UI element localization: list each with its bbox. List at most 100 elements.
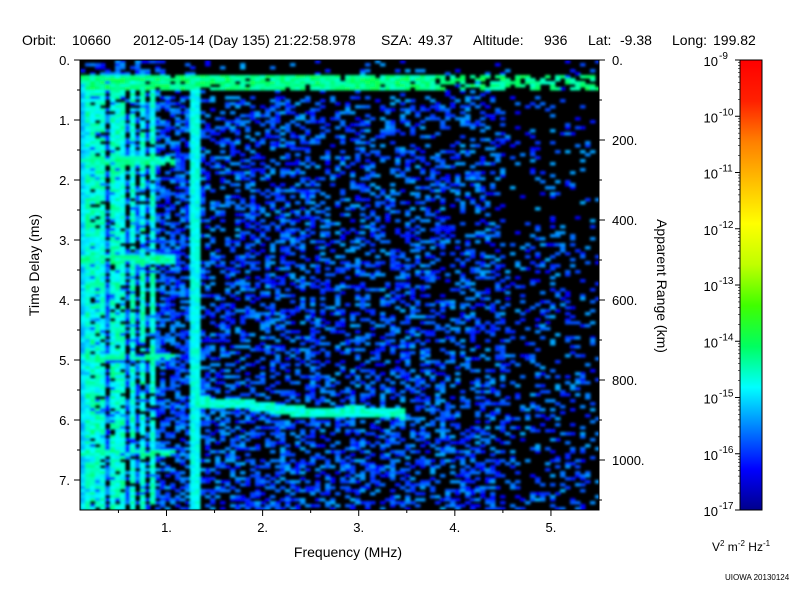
heatmap-cell [365,225,371,229]
heatmap-cell [175,474,181,478]
heatmap-cell [165,75,171,79]
heatmap-cell [345,396,351,400]
heatmap-cell [100,219,106,223]
heatmap-cell [280,327,286,331]
heatmap-cell [80,267,86,271]
heatmap-cell [120,339,126,343]
heatmap-cell [370,444,376,448]
heatmap-cell [80,87,86,91]
heatmap-cell [180,252,186,256]
heatmap-cell [115,180,121,184]
heatmap-cell [125,363,131,367]
heatmap-cell [120,420,126,424]
heatmap-cell [270,444,276,448]
heatmap-cell [225,426,231,430]
heatmap-cell [175,396,181,400]
heatmap-cell [160,120,166,124]
heatmap-cell [300,192,306,196]
heatmap-cell [100,402,106,406]
heatmap-cell [190,96,196,100]
heatmap-cell [225,405,231,409]
heatmap-cell [120,222,126,226]
heatmap-cell [225,303,231,307]
heatmap-cell [225,411,231,415]
heatmap-cell [95,66,101,70]
heatmap-cell [145,105,151,109]
heatmap-cell [285,78,291,82]
heatmap-cell [310,486,316,490]
heatmap-cell [235,105,241,109]
heatmap-cell [255,78,261,82]
heatmap-cell [130,99,136,103]
heatmap-cell [210,159,216,163]
heatmap-cell [215,225,221,229]
heatmap-cell [220,150,226,154]
heatmap-cell [90,132,96,136]
heatmap-cell [160,219,166,223]
heatmap-cell [235,138,241,142]
heatmap-cell [195,360,201,364]
heatmap-cell [80,357,86,361]
heatmap-cell [100,264,106,268]
heatmap-cell [200,348,206,352]
heatmap-cell [90,474,96,478]
heatmap-cell [325,414,331,418]
heatmap-cell [150,102,156,106]
heatmap-cell [245,417,251,421]
heatmap-cell [150,210,156,214]
heatmap-cell [90,177,96,181]
heatmap-cell [160,486,166,490]
heatmap-cell [230,453,236,457]
heatmap-cell [135,369,141,373]
heatmap-cell [105,360,111,364]
heatmap-cell [280,420,286,424]
heatmap-cell [365,504,371,508]
heatmap-cell [85,285,91,289]
heatmap-cell [95,222,101,226]
heatmap-cell [365,153,371,157]
heatmap-cell [80,477,86,481]
heatmap-cell [280,156,286,160]
heatmap-cell [105,498,111,502]
heatmap-cell [225,201,231,205]
heatmap-cell [320,456,326,460]
heatmap-cell [200,111,206,115]
heatmap-cell [245,114,251,118]
heatmap-cell [155,240,161,244]
heatmap-cell [195,375,201,379]
heatmap-cell [175,120,181,124]
heatmap-cell [210,501,216,505]
heatmap-cell [295,348,301,352]
heatmap-cell [185,300,191,304]
heatmap-cell [90,117,96,121]
heatmap-cell [360,459,366,463]
heatmap-cell [120,450,126,454]
heatmap-cell [150,288,156,292]
heatmap-cell [105,291,111,295]
heatmap-cell [85,117,91,121]
heatmap-cell [290,75,296,79]
heatmap-cell [160,240,166,244]
heatmap-cell [255,381,261,385]
heatmap-cell [205,381,211,385]
heatmap-cell [115,216,121,220]
heatmap-cell [140,309,146,313]
heatmap-cell [85,234,91,238]
heatmap-cell [190,360,196,364]
heatmap-cell [285,273,291,277]
heatmap-cell [190,156,196,160]
heatmap-cell [135,429,141,433]
heatmap-cell [165,258,171,262]
heatmap-cell [320,363,326,367]
heatmap-cell [200,306,206,310]
heatmap-cell [150,78,156,82]
heatmap-cell [105,453,111,457]
heatmap-cell [340,81,346,85]
heatmap-cell [230,345,236,349]
heatmap-cell [100,135,106,139]
heatmap-cell [160,399,166,403]
heatmap-cell [140,498,146,502]
heatmap-cell [200,192,206,196]
heatmap-cell [235,195,241,199]
heatmap-cell [370,138,376,142]
